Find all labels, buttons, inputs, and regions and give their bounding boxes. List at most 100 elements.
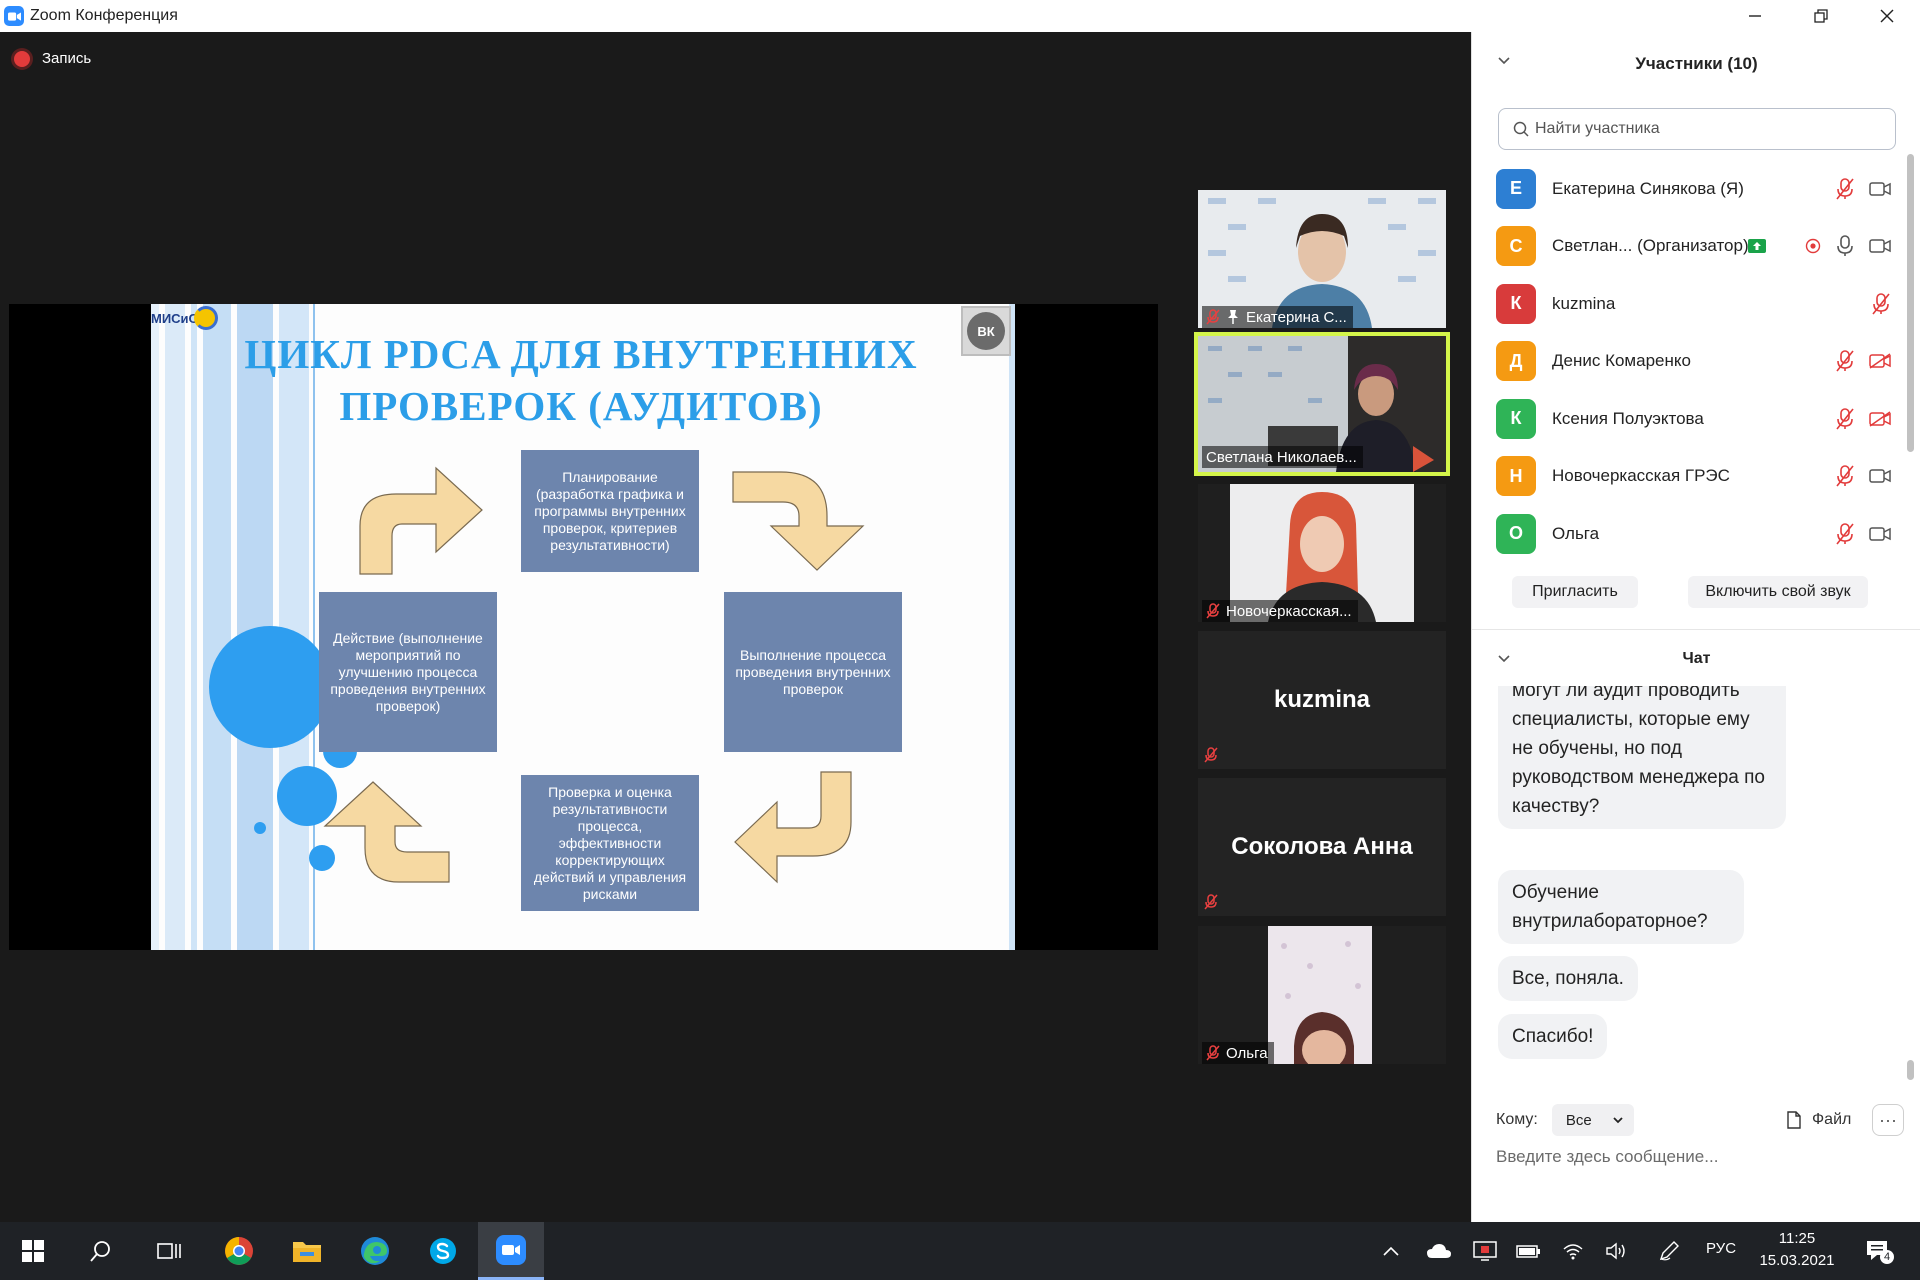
window-controls: [1722, 0, 1920, 32]
participants-scrollbar[interactable]: [1907, 154, 1914, 452]
participant-name: Екатерина Синякова (Я): [1552, 178, 1744, 198]
misis-logo: МИСиС: [151, 306, 218, 330]
participant-row[interactable]: Е Екатерина Синякова (Я): [1472, 160, 1920, 218]
onedrive-tray[interactable]: [1422, 1222, 1456, 1280]
video-camera-icon: [1869, 239, 1891, 253]
mic-muted-icon: [1206, 309, 1220, 325]
pin-icon: [1228, 310, 1238, 324]
notification-center[interactable]: 4: [1858, 1222, 1898, 1280]
file-explorer-taskbar-button[interactable]: [274, 1222, 340, 1280]
arrow-down-left-icon: [734, 771, 852, 884]
pdca-plan-box: Планирование (разработка графика и прогр…: [521, 450, 699, 572]
participant-status: [1748, 239, 1766, 254]
side-panel: Участники (10) Е Екатерина Синякова (Я) …: [1471, 32, 1920, 1222]
wifi-tray[interactable]: [1556, 1222, 1590, 1280]
video-off-icon: [1869, 353, 1891, 369]
tile-name-label: Екатерина С...: [1202, 306, 1353, 328]
participant-name: Светлан... (Организатор): [1552, 236, 1749, 256]
video-tile[interactable]: Ольга: [1198, 926, 1446, 1064]
participant-row[interactable]: Н Новочеркасская ГРЭС: [1472, 448, 1920, 506]
participant-row[interactable]: Д Денис Комаренко: [1472, 333, 1920, 391]
file-icon: [1787, 1111, 1801, 1129]
mic-muted-icon: [1836, 522, 1854, 545]
decor-circle: [254, 822, 266, 834]
panel-divider: [1472, 629, 1920, 630]
search-icon: [1513, 121, 1529, 137]
volume-tray[interactable]: [1600, 1222, 1634, 1280]
battery-tray[interactable]: [1512, 1222, 1546, 1280]
zoom-taskbar-button[interactable]: [478, 1222, 544, 1280]
chrome-taskbar-button[interactable]: [206, 1222, 272, 1280]
tile-name-label: Ольга: [1202, 1042, 1274, 1064]
restore-button[interactable]: [1788, 0, 1854, 32]
participant-search[interactable]: [1498, 108, 1896, 150]
close-button[interactable]: [1854, 0, 1920, 32]
mic-muted-icon: [1204, 894, 1218, 910]
chevron-down-icon: [1613, 1117, 1623, 1124]
video-tile-no-video[interactable]: kuzmina: [1198, 631, 1446, 769]
avatar: Д: [1496, 341, 1536, 382]
battery-icon: [1516, 1245, 1540, 1258]
minimize-button[interactable]: [1722, 0, 1788, 32]
avatar: Е: [1496, 168, 1536, 209]
more-options-button[interactable]: ···: [1872, 1104, 1904, 1136]
chat-message: Все, поняла.: [1498, 956, 1638, 1001]
task-view-button[interactable]: [136, 1222, 202, 1280]
folder-icon: [293, 1242, 321, 1262]
search-button[interactable]: [68, 1222, 134, 1280]
participant-row[interactable]: О Ольга: [1472, 505, 1920, 563]
chat-messages: могут ли аудит проводить специалисты, ко…: [1472, 686, 1920, 1066]
edge-taskbar-button[interactable]: [342, 1222, 408, 1280]
video-tile-no-video[interactable]: Соколова Анна: [1198, 778, 1446, 916]
windows-logo-icon: [22, 1240, 44, 1262]
video-tile[interactable]: Новочеркасская...: [1198, 484, 1446, 622]
screenshot-tray[interactable]: [1468, 1222, 1502, 1280]
pdca-check-box: Проверка и оценка результативности проце…: [521, 775, 699, 911]
pen-tray[interactable]: [1652, 1222, 1686, 1280]
unmute-myself-button[interactable]: Включить свой звук: [1688, 576, 1868, 608]
search-input[interactable]: [1535, 120, 1875, 138]
chat-message-input[interactable]: [1496, 1142, 1894, 1172]
avatar: К: [1496, 398, 1536, 439]
mic-muted-icon: [1836, 350, 1854, 372]
participant-name-large: kuzmina: [1273, 686, 1371, 713]
participant-row[interactable]: К Ксения Полуэктова: [1472, 390, 1920, 448]
participant-name: kuzmina: [1552, 293, 1616, 313]
recording-indicator[interactable]: Запись: [14, 50, 91, 67]
clock[interactable]: 11:25 15.03.2021: [1742, 1228, 1852, 1272]
clock-time: 11:25: [1778, 1230, 1816, 1247]
video-tile[interactable]: Екатерина С...: [1198, 190, 1446, 328]
tile-name-label: Новочеркасская...: [1202, 600, 1358, 622]
participant-status: [1835, 407, 1891, 430]
language-indicator[interactable]: РУС: [1706, 1240, 1736, 1257]
pdca-act-box: Действие (выполнение мероприятий по улуч…: [319, 592, 497, 752]
avatar: Н: [1496, 456, 1536, 497]
search-icon: [90, 1241, 110, 1262]
file-button[interactable]: Файл: [1786, 1111, 1851, 1129]
participant-name: Денис Комаренко: [1552, 351, 1691, 371]
invite-button[interactable]: Пригласить: [1512, 576, 1638, 608]
participant-list: Е Екатерина Синякова (Я) С Светлан... (О…: [1472, 160, 1920, 563]
participant-name: Новочеркасская ГРЭС: [1552, 466, 1730, 486]
screen-share-icon: [1748, 239, 1766, 254]
skype-taskbar-button[interactable]: [410, 1222, 476, 1280]
arrow-left-up-icon: [323, 781, 450, 883]
tray-chevron-up[interactable]: [1376, 1222, 1406, 1280]
cloud-icon: [1427, 1244, 1451, 1258]
chrome-icon: [225, 1237, 253, 1265]
video-tile-active[interactable]: Светлана Николаев...: [1194, 332, 1450, 476]
chat-message: Спасибо!: [1498, 1014, 1608, 1059]
participant-status: [1835, 350, 1891, 372]
start-button[interactable]: [0, 1222, 66, 1280]
participant-name: Ксения Полуэктова: [1552, 408, 1704, 428]
edge-icon: [361, 1237, 389, 1265]
shared-screen[interactable]: МИСиС ВК ЦИКЛ PDCA ДЛЯ ВНУТРЕННИХ ПРОВЕР…: [9, 304, 1158, 950]
chat-scrollbar[interactable]: [1907, 1060, 1914, 1080]
participant-row[interactable]: К kuzmina: [1472, 275, 1920, 333]
recipient-select[interactable]: Все: [1551, 1104, 1634, 1136]
participant-row[interactable]: С Светлан... (Организатор): [1472, 218, 1920, 276]
zoom-logo-icon: [4, 6, 24, 26]
participant-status: [1835, 465, 1891, 487]
presentation-slide: МИСиС ВК ЦИКЛ PDCA ДЛЯ ВНУТРЕННИХ ПРОВЕР…: [151, 304, 1015, 950]
wifi-icon: [1563, 1244, 1583, 1260]
